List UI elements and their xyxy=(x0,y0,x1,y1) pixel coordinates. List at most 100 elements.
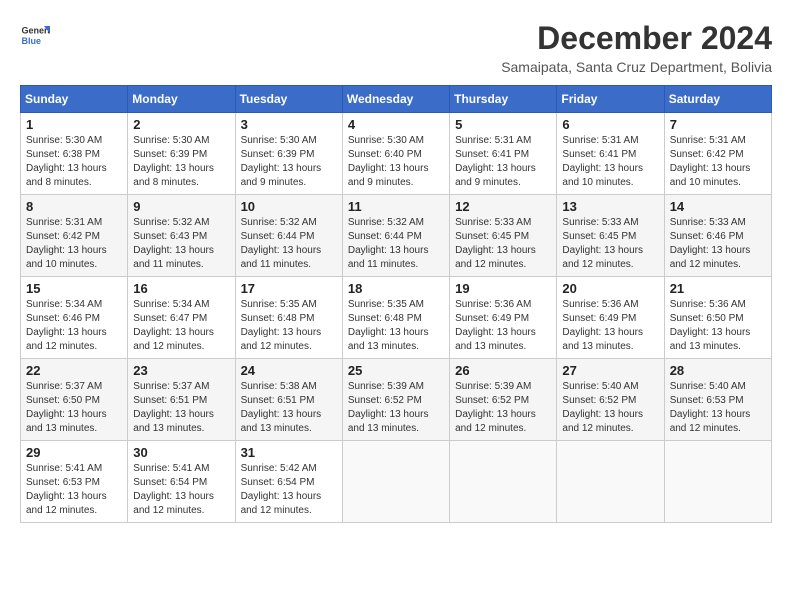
table-row: 4 Sunrise: 5:30 AM Sunset: 6:40 PM Dayli… xyxy=(342,113,449,195)
table-row: 28 Sunrise: 5:40 AM Sunset: 6:53 PM Dayl… xyxy=(664,359,771,441)
day-number: 25 xyxy=(348,363,444,378)
day-info: Sunrise: 5:42 AM Sunset: 6:54 PM Dayligh… xyxy=(241,462,337,518)
table-row: 20 Sunrise: 5:36 AM Sunset: 6:49 PM Dayl… xyxy=(557,277,664,359)
day-info: Sunrise: 5:34 AM Sunset: 6:46 PM Dayligh… xyxy=(26,298,122,354)
day-info: Sunrise: 5:39 AM Sunset: 6:52 PM Dayligh… xyxy=(348,380,444,436)
table-row: 11 Sunrise: 5:32 AM Sunset: 6:44 PM Dayl… xyxy=(342,195,449,277)
day-info: Sunrise: 5:37 AM Sunset: 6:51 PM Dayligh… xyxy=(133,380,229,436)
day-info: Sunrise: 5:30 AM Sunset: 6:38 PM Dayligh… xyxy=(26,134,122,190)
table-row: 15 Sunrise: 5:34 AM Sunset: 6:46 PM Dayl… xyxy=(21,277,128,359)
header-tuesday: Tuesday xyxy=(235,86,342,113)
day-number: 20 xyxy=(562,281,658,296)
header-wednesday: Wednesday xyxy=(342,86,449,113)
header-friday: Friday xyxy=(557,86,664,113)
table-row: 6 Sunrise: 5:31 AM Sunset: 6:41 PM Dayli… xyxy=(557,113,664,195)
logo-icon: General Blue xyxy=(20,20,50,50)
table-row: 8 Sunrise: 5:31 AM Sunset: 6:42 PM Dayli… xyxy=(21,195,128,277)
table-row: 1 Sunrise: 5:30 AM Sunset: 6:38 PM Dayli… xyxy=(21,113,128,195)
day-info: Sunrise: 5:30 AM Sunset: 6:39 PM Dayligh… xyxy=(241,134,337,190)
day-info: Sunrise: 5:35 AM Sunset: 6:48 PM Dayligh… xyxy=(241,298,337,354)
table-row: 7 Sunrise: 5:31 AM Sunset: 6:42 PM Dayli… xyxy=(664,113,771,195)
day-info: Sunrise: 5:31 AM Sunset: 6:42 PM Dayligh… xyxy=(670,134,766,190)
table-row: 18 Sunrise: 5:35 AM Sunset: 6:48 PM Dayl… xyxy=(342,277,449,359)
day-number: 9 xyxy=(133,199,229,214)
day-number: 1 xyxy=(26,117,122,132)
day-info: Sunrise: 5:33 AM Sunset: 6:45 PM Dayligh… xyxy=(455,216,551,272)
table-row: 2 Sunrise: 5:30 AM Sunset: 6:39 PM Dayli… xyxy=(128,113,235,195)
day-number: 31 xyxy=(241,445,337,460)
day-number: 16 xyxy=(133,281,229,296)
table-row: 25 Sunrise: 5:39 AM Sunset: 6:52 PM Dayl… xyxy=(342,359,449,441)
day-number: 3 xyxy=(241,117,337,132)
day-number: 22 xyxy=(26,363,122,378)
table-row: 12 Sunrise: 5:33 AM Sunset: 6:45 PM Dayl… xyxy=(450,195,557,277)
day-number: 12 xyxy=(455,199,551,214)
calendar-header-row: Sunday Monday Tuesday Wednesday Thursday… xyxy=(21,86,772,113)
day-number: 30 xyxy=(133,445,229,460)
day-info: Sunrise: 5:33 AM Sunset: 6:45 PM Dayligh… xyxy=(562,216,658,272)
header-saturday: Saturday xyxy=(664,86,771,113)
table-row: 17 Sunrise: 5:35 AM Sunset: 6:48 PM Dayl… xyxy=(235,277,342,359)
table-row: 3 Sunrise: 5:30 AM Sunset: 6:39 PM Dayli… xyxy=(235,113,342,195)
day-info: Sunrise: 5:40 AM Sunset: 6:52 PM Dayligh… xyxy=(562,380,658,436)
day-number: 27 xyxy=(562,363,658,378)
day-number: 15 xyxy=(26,281,122,296)
day-info: Sunrise: 5:31 AM Sunset: 6:41 PM Dayligh… xyxy=(455,134,551,190)
header-sunday: Sunday xyxy=(21,86,128,113)
day-number: 26 xyxy=(455,363,551,378)
calendar-week-row: 22 Sunrise: 5:37 AM Sunset: 6:50 PM Dayl… xyxy=(21,359,772,441)
calendar-week-row: 1 Sunrise: 5:30 AM Sunset: 6:38 PM Dayli… xyxy=(21,113,772,195)
table-row: 5 Sunrise: 5:31 AM Sunset: 6:41 PM Dayli… xyxy=(450,113,557,195)
table-row: 31 Sunrise: 5:42 AM Sunset: 6:54 PM Dayl… xyxy=(235,441,342,523)
day-info: Sunrise: 5:36 AM Sunset: 6:49 PM Dayligh… xyxy=(455,298,551,354)
day-info: Sunrise: 5:33 AM Sunset: 6:46 PM Dayligh… xyxy=(670,216,766,272)
day-info: Sunrise: 5:38 AM Sunset: 6:51 PM Dayligh… xyxy=(241,380,337,436)
table-row: 26 Sunrise: 5:39 AM Sunset: 6:52 PM Dayl… xyxy=(450,359,557,441)
table-row xyxy=(664,441,771,523)
day-number: 10 xyxy=(241,199,337,214)
day-info: Sunrise: 5:32 AM Sunset: 6:44 PM Dayligh… xyxy=(241,216,337,272)
day-number: 11 xyxy=(348,199,444,214)
table-row: 30 Sunrise: 5:41 AM Sunset: 6:54 PM Dayl… xyxy=(128,441,235,523)
day-info: Sunrise: 5:35 AM Sunset: 6:48 PM Dayligh… xyxy=(348,298,444,354)
table-row: 22 Sunrise: 5:37 AM Sunset: 6:50 PM Dayl… xyxy=(21,359,128,441)
day-number: 24 xyxy=(241,363,337,378)
day-info: Sunrise: 5:31 AM Sunset: 6:41 PM Dayligh… xyxy=(562,134,658,190)
day-info: Sunrise: 5:41 AM Sunset: 6:54 PM Dayligh… xyxy=(133,462,229,518)
day-info: Sunrise: 5:41 AM Sunset: 6:53 PM Dayligh… xyxy=(26,462,122,518)
calendar-week-row: 8 Sunrise: 5:31 AM Sunset: 6:42 PM Dayli… xyxy=(21,195,772,277)
day-number: 4 xyxy=(348,117,444,132)
page-header: General Blue December 2024 Samaipata, Sa… xyxy=(20,20,772,75)
day-info: Sunrise: 5:30 AM Sunset: 6:39 PM Dayligh… xyxy=(133,134,229,190)
header-thursday: Thursday xyxy=(450,86,557,113)
day-info: Sunrise: 5:37 AM Sunset: 6:50 PM Dayligh… xyxy=(26,380,122,436)
title-block: December 2024 Samaipata, Santa Cruz Depa… xyxy=(501,20,772,75)
day-number: 23 xyxy=(133,363,229,378)
table-row: 9 Sunrise: 5:32 AM Sunset: 6:43 PM Dayli… xyxy=(128,195,235,277)
day-info: Sunrise: 5:40 AM Sunset: 6:53 PM Dayligh… xyxy=(670,380,766,436)
day-number: 17 xyxy=(241,281,337,296)
calendar-table: Sunday Monday Tuesday Wednesday Thursday… xyxy=(20,85,772,523)
month-title: December 2024 xyxy=(501,20,772,57)
table-row xyxy=(450,441,557,523)
day-info: Sunrise: 5:32 AM Sunset: 6:44 PM Dayligh… xyxy=(348,216,444,272)
day-info: Sunrise: 5:31 AM Sunset: 6:42 PM Dayligh… xyxy=(26,216,122,272)
day-number: 19 xyxy=(455,281,551,296)
day-number: 6 xyxy=(562,117,658,132)
table-row: 16 Sunrise: 5:34 AM Sunset: 6:47 PM Dayl… xyxy=(128,277,235,359)
table-row: 27 Sunrise: 5:40 AM Sunset: 6:52 PM Dayl… xyxy=(557,359,664,441)
day-number: 28 xyxy=(670,363,766,378)
calendar-week-row: 29 Sunrise: 5:41 AM Sunset: 6:53 PM Dayl… xyxy=(21,441,772,523)
day-number: 13 xyxy=(562,199,658,214)
table-row: 29 Sunrise: 5:41 AM Sunset: 6:53 PM Dayl… xyxy=(21,441,128,523)
table-row xyxy=(557,441,664,523)
table-row: 19 Sunrise: 5:36 AM Sunset: 6:49 PM Dayl… xyxy=(450,277,557,359)
day-info: Sunrise: 5:34 AM Sunset: 6:47 PM Dayligh… xyxy=(133,298,229,354)
day-info: Sunrise: 5:39 AM Sunset: 6:52 PM Dayligh… xyxy=(455,380,551,436)
table-row xyxy=(342,441,449,523)
svg-text:Blue: Blue xyxy=(22,36,42,46)
table-row: 24 Sunrise: 5:38 AM Sunset: 6:51 PM Dayl… xyxy=(235,359,342,441)
day-number: 2 xyxy=(133,117,229,132)
header-monday: Monday xyxy=(128,86,235,113)
table-row: 13 Sunrise: 5:33 AM Sunset: 6:45 PM Dayl… xyxy=(557,195,664,277)
